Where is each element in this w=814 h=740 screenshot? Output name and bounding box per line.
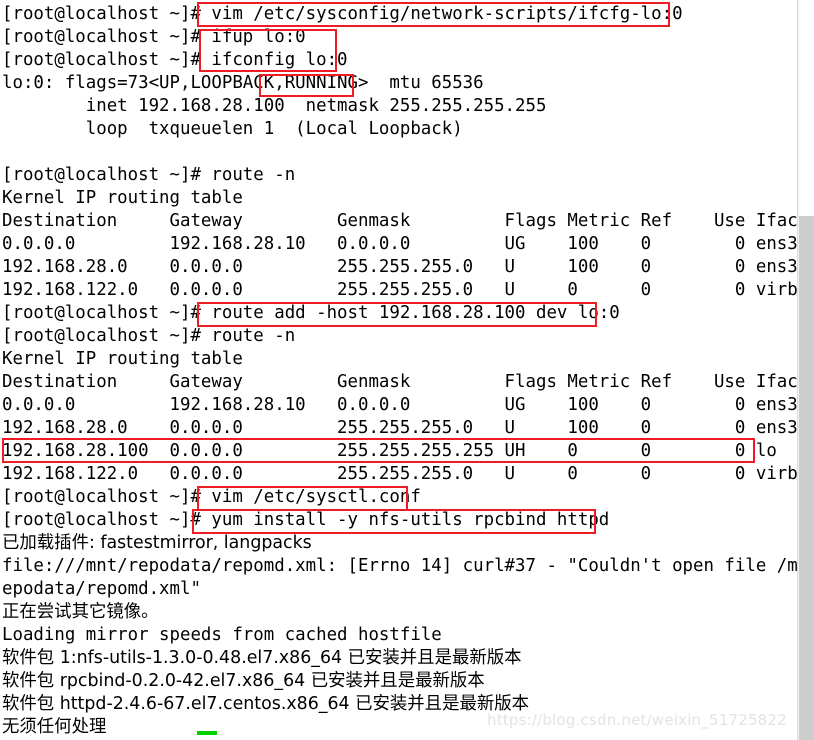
scrollbar-thumb[interactable] xyxy=(799,216,814,740)
terminal-line: [root@localhost ~]# ifconfig lo:0 xyxy=(2,50,348,70)
route-table-row: 192.168.122.0 0.0.0.0 255.255.255.0 U 0 … xyxy=(2,280,814,300)
route-table-row: 192.168.28.0 0.0.0.0 255.255.255.0 U 100… xyxy=(2,418,809,438)
route-table-row: 192.168.122.0 0.0.0.0 255.255.255.0 U 0 … xyxy=(2,464,814,484)
scrollbar-track[interactable] xyxy=(799,0,814,216)
terminal-line: 已加载插件: fastestmirror, langpacks xyxy=(2,533,312,553)
route-table-row: 0.0.0.0 192.168.28.10 0.0.0.0 UG 100 0 0… xyxy=(2,395,809,415)
terminal-line: [root@localhost ~]# route add -host 192.… xyxy=(2,303,620,323)
terminal-line: [root@localhost ~]# yum install -y nfs-u… xyxy=(2,510,610,530)
terminal-line: Kernel IP routing table xyxy=(2,188,243,208)
terminal-line: 软件包 httpd-2.4.6-67.el7.centos.x86_64 已安装… xyxy=(2,694,530,714)
terminal-line: 无须任何处理 xyxy=(2,717,107,737)
terminal-output-area[interactable]: [root@localhost ~]# vim /etc/sysconfig/n… xyxy=(0,0,814,740)
terminal-line: [root@localhost ~]# route -n xyxy=(2,165,296,185)
route-table-row: 0.0.0.0 192.168.28.10 0.0.0.0 UG 100 0 0… xyxy=(2,234,809,254)
terminal-line: 正在尝试其它镜像。 xyxy=(2,602,159,622)
terminal-line: [root@localhost ~]# ifup lo:0 xyxy=(2,27,306,47)
terminal-line: epodata/repomd.xml" xyxy=(2,579,201,599)
route-table-header: Destination Gateway Genmask Flags Metric… xyxy=(2,372,809,392)
terminal-line: file:///mnt/repodata/repomd.xml: [Errno … xyxy=(2,556,814,576)
terminal-line: lo:0: flags=73<UP,LOOPBACK,RUNNING> mtu … xyxy=(2,73,484,93)
terminal-line: loop txqueuelen 1 (Local Loopback) xyxy=(2,119,463,139)
route-table-row: 192.168.28.100 0.0.0.0 255.255.255.255 U… xyxy=(2,441,777,461)
terminal-line: inet 192.168.28.100 netmask 255.255.255.… xyxy=(2,96,547,116)
terminal-cursor xyxy=(197,731,217,735)
terminal-line: [root@localhost ~]# route -n xyxy=(2,326,296,346)
route-table-row: 192.168.28.0 0.0.0.0 255.255.255.0 U 100… xyxy=(2,257,809,277)
terminal-line: Loading mirror speeds from cached hostfi… xyxy=(2,625,442,645)
terminal-line: 软件包 1:nfs-utils-1.3.0-0.48.el7.x86_64 已安… xyxy=(2,648,522,668)
vertical-scrollbar[interactable] xyxy=(797,0,814,740)
terminal-line: [root@localhost ~]# vim /etc/sysctl.conf xyxy=(2,487,421,507)
terminal-line: 软件包 rpcbind-0.2.0-42.el7.x86_64 已安装并且是最新… xyxy=(2,671,485,691)
route-table-header: Destination Gateway Genmask Flags Metric… xyxy=(2,211,809,231)
terminal-window: [root@localhost ~]# vim /etc/sysconfig/n… xyxy=(0,0,814,740)
terminal-line: Kernel IP routing table xyxy=(2,349,243,369)
terminal-line: [root@localhost ~]# vim /etc/sysconfig/n… xyxy=(2,4,683,24)
csdn-watermark: https://blog.csdn.net/weixin_51725822 xyxy=(487,711,787,729)
